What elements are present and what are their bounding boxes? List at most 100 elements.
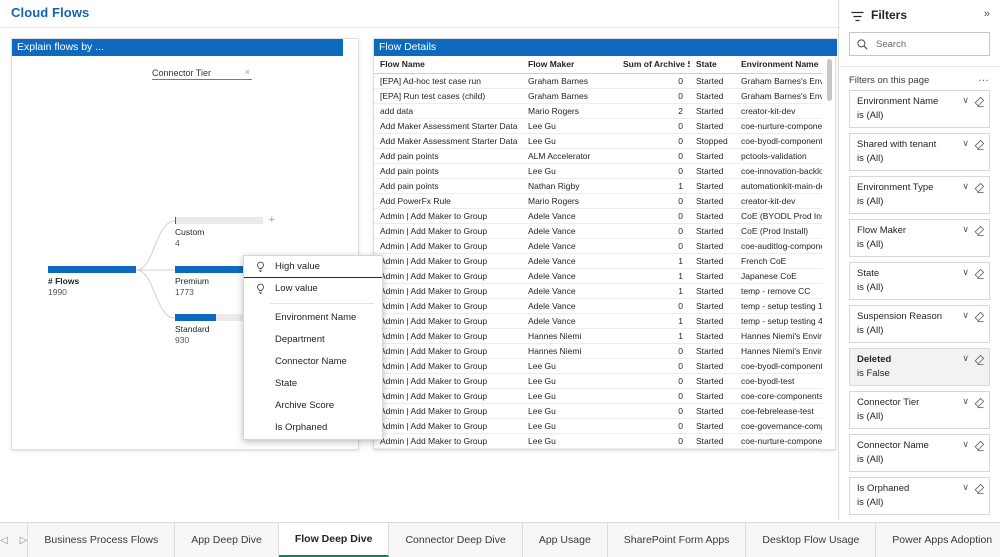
menu-item-label: Archive Score bbox=[275, 400, 334, 411]
table-row[interactable]: Admin | Add Maker to GroupAdele Vance0St… bbox=[374, 299, 822, 314]
tree-node-root[interactable]: # Flows 1990 bbox=[48, 266, 136, 297]
clear-filter-icon[interactable] bbox=[973, 182, 985, 194]
table-row[interactable]: Admin | Add Maker to GroupLee Gu0Started… bbox=[374, 389, 822, 404]
scrollbar-thumb[interactable] bbox=[827, 59, 832, 101]
table-row[interactable]: Admin | Add Maker to GroupAdele Vance1St… bbox=[374, 284, 822, 299]
chevron-down-icon[interactable]: ∨ bbox=[962, 181, 969, 192]
menu-item-state[interactable]: State bbox=[244, 373, 382, 395]
clear-filter-icon[interactable] bbox=[973, 354, 985, 366]
chevron-down-icon[interactable]: ∨ bbox=[962, 138, 969, 149]
chevron-down-icon[interactable]: ∨ bbox=[962, 310, 969, 321]
menu-item-is-orphaned[interactable]: Is Orphaned bbox=[244, 417, 382, 439]
menu-item-low-value[interactable]: Low value bbox=[244, 278, 382, 300]
filters-section-label-text: Filters on this page bbox=[849, 75, 929, 86]
clear-filter-icon[interactable] bbox=[973, 397, 985, 409]
flow-details-table-scroll-area[interactable]: Flow Name Flow Maker Sum of Archive Scor… bbox=[374, 56, 835, 449]
clear-filter-icon[interactable] bbox=[973, 268, 985, 280]
more-options-icon[interactable]: … bbox=[978, 72, 990, 84]
menu-item-environment-name[interactable]: Environment Name bbox=[244, 307, 382, 329]
filter-card-flow-maker[interactable]: Flow Makeris (All)∨ bbox=[849, 219, 990, 257]
chevron-down-icon[interactable]: ∨ bbox=[962, 439, 969, 450]
table-row[interactable]: Add pain pointsLee Gu0Startedcoe-innovat… bbox=[374, 164, 822, 179]
search-input[interactable] bbox=[874, 33, 982, 55]
table-row[interactable]: Admin | Add Maker to GroupLee Gu0Started… bbox=[374, 434, 822, 449]
table-row[interactable]: Admin | Add Maker to GroupLee Gu0Started… bbox=[374, 404, 822, 419]
menu-item-high-value[interactable]: High value bbox=[244, 256, 382, 278]
table-row[interactable]: Admin | Add Maker to GroupLee Gu0Started… bbox=[374, 374, 822, 389]
table-row[interactable]: Admin | Add Maker to GroupHannes Niemi0S… bbox=[374, 344, 822, 359]
tree-node-bar-fill bbox=[48, 266, 136, 273]
table-header-row: Flow Name Flow Maker Sum of Archive Scor… bbox=[374, 56, 822, 74]
flow-details-table-visual[interactable]: Flow Details Flow Name Flow Maker Sum of… bbox=[373, 38, 836, 450]
column-header-archive-score[interactable]: Sum of Archive Score bbox=[617, 56, 690, 74]
table-vertical-scrollbar[interactable] bbox=[827, 59, 832, 447]
tree-expand-context-menu[interactable]: High value Low value Environment Name De… bbox=[243, 255, 383, 440]
search-icon bbox=[857, 39, 868, 50]
chevron-down-icon[interactable]: ∨ bbox=[962, 482, 969, 493]
clear-filter-icon[interactable] bbox=[973, 483, 985, 495]
table-row[interactable]: Admin | Add Maker to GroupLee Gu0Started… bbox=[374, 449, 822, 450]
menu-item-connector-name[interactable]: Connector Name bbox=[244, 351, 382, 373]
chevron-down-icon[interactable]: ∨ bbox=[962, 353, 969, 364]
filter-card-environment-name[interactable]: Environment Nameis (All)∨ bbox=[849, 90, 990, 128]
filter-card-connector-name[interactable]: Connector Nameis (All)∨ bbox=[849, 434, 990, 472]
table-row[interactable]: add dataMario Rogers2Startedcreator-kit-… bbox=[374, 104, 822, 119]
table-row[interactable]: Admin | Add Maker to GroupAdele Vance0St… bbox=[374, 224, 822, 239]
column-header-environment-name[interactable]: Environment Name bbox=[735, 56, 822, 74]
table-row[interactable]: Add Maker Assessment Starter DataLee Gu0… bbox=[374, 119, 822, 134]
table-row[interactable]: [EPA] Run test cases (child)Graham Barne… bbox=[374, 89, 822, 104]
clear-filter-icon[interactable] bbox=[973, 225, 985, 237]
table-row[interactable]: [EPA] Ad-hoc test case runGraham Barnes0… bbox=[374, 74, 822, 89]
filter-card-connector-tier[interactable]: Connector Tieris (All)∨ bbox=[849, 391, 990, 429]
table-row[interactable]: Admin | Add Maker to GroupAdele Vance1St… bbox=[374, 254, 822, 269]
table-row[interactable]: Admin | Add Maker to GroupAdele Vance1St… bbox=[374, 314, 822, 329]
filter-card-environment-type[interactable]: Environment Typeis (All)∨ bbox=[849, 176, 990, 214]
filter-field-value: is (All) bbox=[857, 324, 963, 337]
table-row[interactable]: Admin | Add Maker to GroupAdele Vance1St… bbox=[374, 269, 822, 284]
filter-card-suspension-reason[interactable]: Suspension Reasonis (All)∨ bbox=[849, 305, 990, 343]
chevron-down-icon[interactable]: ∨ bbox=[962, 224, 969, 235]
chevron-down-icon[interactable]: ∨ bbox=[962, 396, 969, 407]
clear-filter-icon[interactable] bbox=[973, 139, 985, 151]
table-row[interactable]: Admin | Add Maker to GroupLee Gu0Started… bbox=[374, 359, 822, 374]
menu-item-department[interactable]: Department bbox=[244, 329, 382, 351]
table-row[interactable]: Add pain pointsNathan Rigby1Startedautom… bbox=[374, 179, 822, 194]
previous-page-icon[interactable]: ◁ bbox=[0, 535, 8, 546]
tab-app-deep-dive[interactable]: App Deep Dive bbox=[175, 523, 279, 557]
cell-archive-score: 0 bbox=[617, 209, 690, 224]
table-row[interactable]: Add pain pointsALM Accelerator0Startedpc… bbox=[374, 149, 822, 164]
chevron-down-icon[interactable]: ∨ bbox=[962, 267, 969, 278]
next-page-icon[interactable]: ▷ bbox=[20, 535, 28, 546]
filter-card-state[interactable]: Stateis (All)∨ bbox=[849, 262, 990, 300]
table-row[interactable]: Add PowerFx RuleMario Rogers0Startedcrea… bbox=[374, 194, 822, 209]
clear-filter-icon[interactable] bbox=[973, 96, 985, 108]
tab-sharepoint-form-apps[interactable]: SharePoint Form Apps bbox=[608, 523, 747, 557]
column-header-state[interactable]: State bbox=[690, 56, 735, 74]
filter-card-is-orphaned[interactable]: Is Orphanedis (All)∨ bbox=[849, 477, 990, 515]
filter-card-shared-with-tenant[interactable]: Shared with tenantis (All)∨ bbox=[849, 133, 990, 171]
table-row[interactable]: Add Maker Assessment Starter DataLee Gu0… bbox=[374, 134, 822, 149]
expand-filters-pane-icon[interactable]: » bbox=[984, 8, 990, 20]
chevron-down-icon[interactable]: ∨ bbox=[962, 95, 969, 106]
tab-connector-deep-dive[interactable]: Connector Deep Dive bbox=[389, 523, 522, 557]
filter-card-deleted[interactable]: Deletedis False∨ bbox=[849, 348, 990, 386]
menu-item-archive-score[interactable]: Archive Score bbox=[244, 395, 382, 417]
tab-desktop-flow-usage[interactable]: Desktop Flow Usage bbox=[746, 523, 876, 557]
tab-app-usage[interactable]: App Usage bbox=[523, 523, 608, 557]
table-row[interactable]: Admin | Add Maker to GroupAdele Vance0St… bbox=[374, 209, 822, 224]
cell-environment-name: Graham Barnes's Environment bbox=[735, 89, 822, 104]
clear-filter-icon[interactable] bbox=[973, 440, 985, 452]
clear-filter-icon[interactable] bbox=[973, 311, 985, 323]
filters-search-box[interactable] bbox=[849, 32, 990, 56]
tree-node-custom[interactable]: + Custom 4 bbox=[175, 217, 263, 248]
table-row[interactable]: Admin | Add Maker to GroupAdele Vance0St… bbox=[374, 239, 822, 254]
table-row[interactable]: Admin | Add Maker to GroupHannes Niemi1S… bbox=[374, 329, 822, 344]
table-row[interactable]: Admin | Add Maker to GroupLee Gu0Started… bbox=[374, 419, 822, 434]
expand-node-icon[interactable]: + bbox=[269, 215, 275, 225]
column-header-flow-maker[interactable]: Flow Maker bbox=[522, 56, 617, 74]
tab-flow-deep-dive[interactable]: Flow Deep Dive bbox=[279, 523, 390, 557]
column-header-flow-name[interactable]: Flow Name bbox=[374, 56, 522, 74]
tab-business-process-flows[interactable]: Business Process Flows bbox=[28, 523, 175, 557]
tab-power-apps-adoption[interactable]: Power Apps Adoption bbox=[876, 523, 1000, 557]
cell-archive-score: 1 bbox=[617, 269, 690, 284]
